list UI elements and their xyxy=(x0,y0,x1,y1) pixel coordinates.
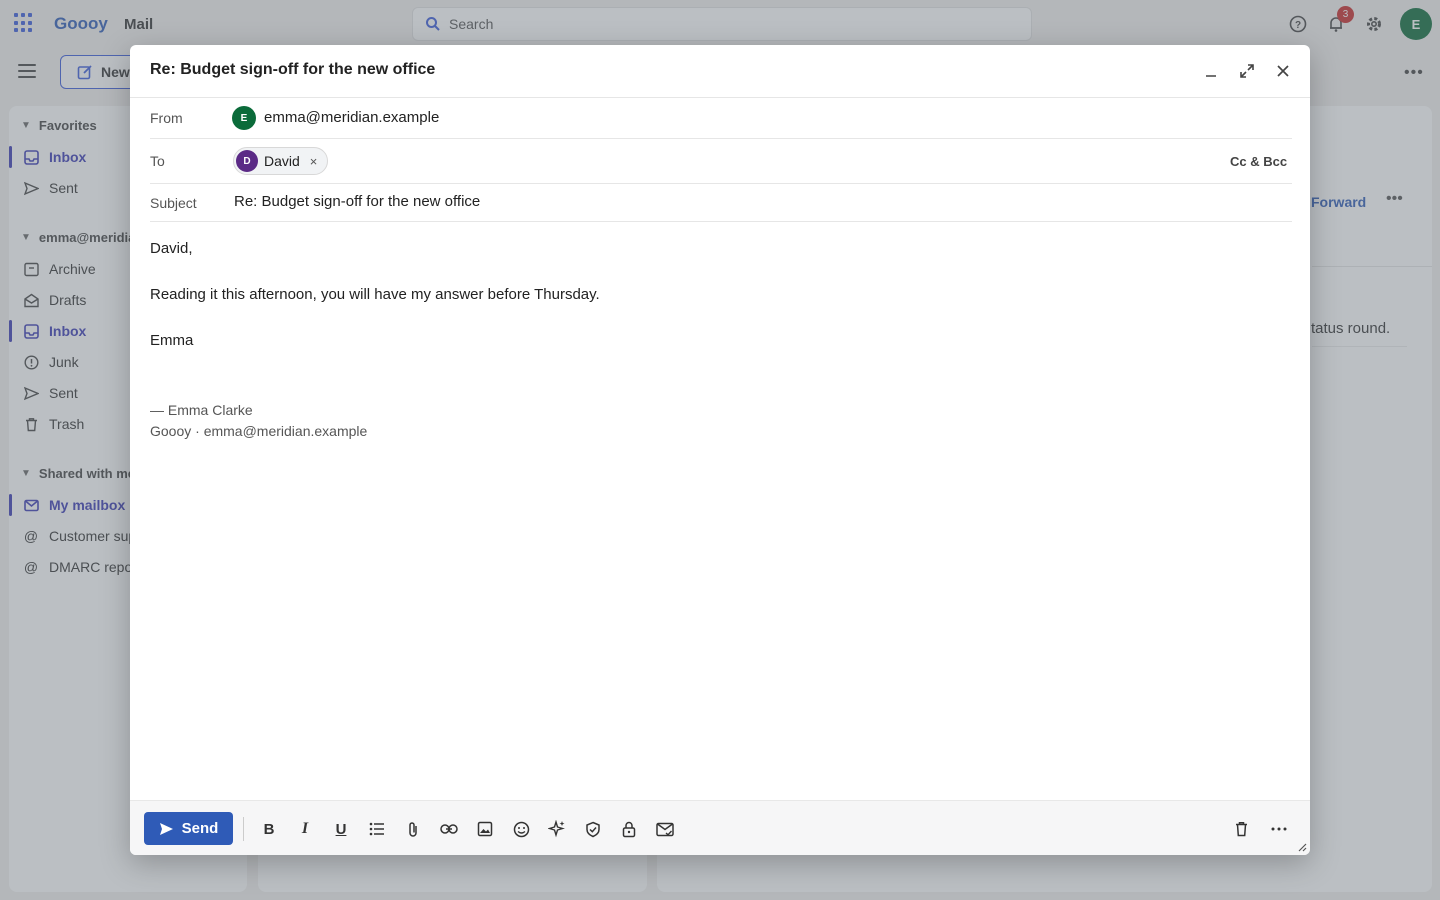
from-avatar: E xyxy=(232,106,256,130)
underline-icon[interactable]: U xyxy=(329,817,353,841)
to-label: To xyxy=(150,153,165,169)
send-button[interactable]: Send xyxy=(144,812,233,845)
emoji-icon[interactable] xyxy=(509,817,533,841)
list-icon[interactable] xyxy=(365,817,389,841)
compose-title: Re: Budget sign-off for the new office xyxy=(150,61,436,78)
divider xyxy=(130,97,1310,98)
italic-icon[interactable]: I xyxy=(293,817,317,841)
divider xyxy=(150,221,1292,222)
from-field[interactable]: emma@meridian.example xyxy=(264,109,439,126)
recipient-avatar: D xyxy=(236,150,258,172)
body-line: Reading it this afternoon, you will have… xyxy=(150,286,600,303)
close-icon[interactable] xyxy=(1271,59,1295,83)
resize-handle-icon[interactable] xyxy=(1297,842,1307,852)
mail-receipt-icon[interactable] xyxy=(653,817,677,841)
signature-line: Goooy · emma@meridian.example xyxy=(150,423,368,439)
attach-icon[interactable] xyxy=(401,817,425,841)
divider xyxy=(150,183,1292,184)
more-icon[interactable] xyxy=(1267,817,1291,841)
sparkle-icon[interactable] xyxy=(545,817,569,841)
recipient-chip[interactable]: D David × xyxy=(233,147,329,175)
recipient-name: David xyxy=(264,153,300,169)
expand-icon[interactable] xyxy=(1235,59,1259,83)
image-icon[interactable] xyxy=(473,817,497,841)
lock-icon[interactable] xyxy=(617,817,641,841)
subject-input[interactable]: Re: Budget sign-off for the new office xyxy=(234,193,480,210)
subject-label: Subject xyxy=(150,195,197,211)
divider xyxy=(150,138,1292,139)
minimize-icon[interactable] xyxy=(1199,59,1223,83)
send-icon xyxy=(159,822,173,835)
body-line: David, xyxy=(150,240,193,257)
body-line: Emma xyxy=(150,332,194,349)
signature-line: — Emma Clarke xyxy=(150,402,253,418)
toolbar-divider xyxy=(243,817,244,841)
from-label: From xyxy=(150,110,183,126)
trash-icon[interactable] xyxy=(1229,817,1253,841)
cc-bcc-button[interactable]: Cc & Bcc xyxy=(1230,154,1287,169)
compose-toolbar: Send B I U xyxy=(130,800,1310,855)
link-icon[interactable] xyxy=(437,817,461,841)
shield-check-icon[interactable] xyxy=(581,817,605,841)
bold-icon[interactable]: B xyxy=(257,817,281,841)
compose-dialog: Re: Budget sign-off for the new office F… xyxy=(130,45,1310,855)
remove-recipient-icon[interactable]: × xyxy=(310,154,318,169)
